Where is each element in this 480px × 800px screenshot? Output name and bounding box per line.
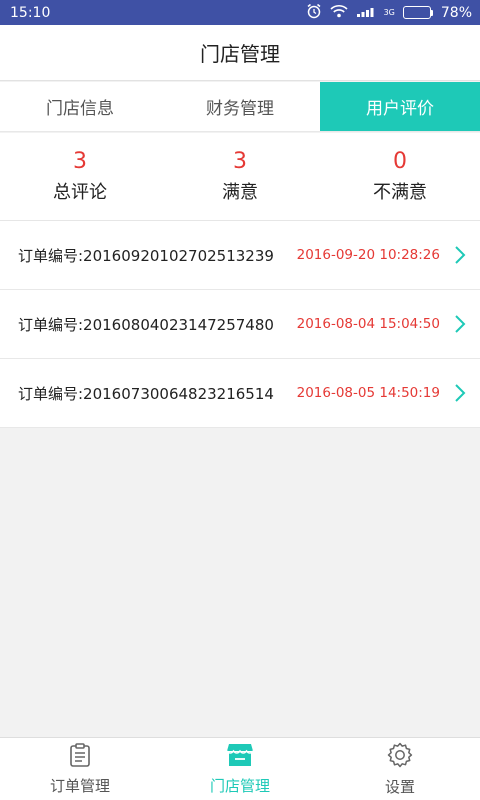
stat-value: 3 [73, 148, 87, 174]
nav-label: 门店管理 [209, 777, 270, 795]
chevron-right-icon [452, 314, 468, 334]
stat-value: 3 [233, 148, 247, 174]
review-stats: 3 总评论 3 满意 0 不满意 [0, 133, 480, 221]
network-type: 3G [383, 7, 395, 17]
stat-total-reviews[interactable]: 3 总评论 [0, 133, 160, 220]
order-number: 订单编号:20160730064823216514 [18, 384, 274, 403]
tab-store-info[interactable]: 门店信息 [0, 82, 160, 131]
nav-label: 设置 [384, 778, 415, 796]
tab-finance[interactable]: 财务管理 [160, 82, 320, 131]
stat-satisfied[interactable]: 3 满意 [160, 133, 320, 220]
tab-user-reviews[interactable]: 用户评价 [320, 82, 480, 131]
stat-unsatisfied[interactable]: 0 不满意 [320, 133, 480, 220]
alarm-icon [306, 3, 322, 23]
gear-icon [386, 741, 414, 773]
status-bar: 15:10 3G 78% [0, 0, 480, 25]
nav-settings[interactable]: 设置 [320, 738, 480, 800]
status-time: 15:10 [10, 4, 51, 21]
list-item[interactable]: 订单编号:20160920102702513239 2016-09-20 10:… [0, 221, 480, 290]
tab-bar: 门店信息 财务管理 用户评价 [0, 82, 480, 132]
chevron-right-icon [452, 245, 468, 265]
page-title-bar: 门店管理 [0, 25, 480, 81]
nav-label: 订单管理 [49, 777, 110, 795]
order-time: 2016-08-04 15:04:50 [296, 316, 440, 332]
list-item[interactable]: 订单编号:20160804023147257480 2016-08-04 15:… [0, 290, 480, 359]
order-list: 订单编号:20160920102702513239 2016-09-20 10:… [0, 221, 480, 428]
battery-percent: 78% [440, 4, 472, 21]
order-number: 订单编号:20160804023147257480 [18, 315, 274, 334]
status-icons: 3G 78% [306, 3, 472, 23]
chevron-right-icon [452, 383, 468, 403]
page-title: 门店管理 [200, 42, 280, 66]
battery-icon [402, 6, 433, 19]
signal-icon [356, 4, 376, 22]
list-item[interactable]: 订单编号:20160730064823216514 2016-08-05 14:… [0, 359, 480, 428]
store-icon [226, 742, 254, 772]
stat-label: 不满意 [373, 181, 427, 203]
order-time: 2016-09-20 10:28:26 [296, 247, 440, 263]
clipboard-icon [67, 742, 93, 772]
nav-order-management[interactable]: 订单管理 [0, 738, 160, 800]
stat-value: 0 [393, 148, 407, 174]
wifi-icon [330, 4, 348, 22]
stat-label: 总评论 [53, 181, 107, 203]
bottom-nav: 订单管理 门店管理 设置 [0, 737, 480, 800]
order-number: 订单编号:20160920102702513239 [18, 246, 274, 265]
stat-label: 满意 [222, 181, 258, 203]
order-time: 2016-08-05 14:50:19 [296, 385, 440, 401]
nav-store-management[interactable]: 门店管理 [160, 738, 320, 800]
